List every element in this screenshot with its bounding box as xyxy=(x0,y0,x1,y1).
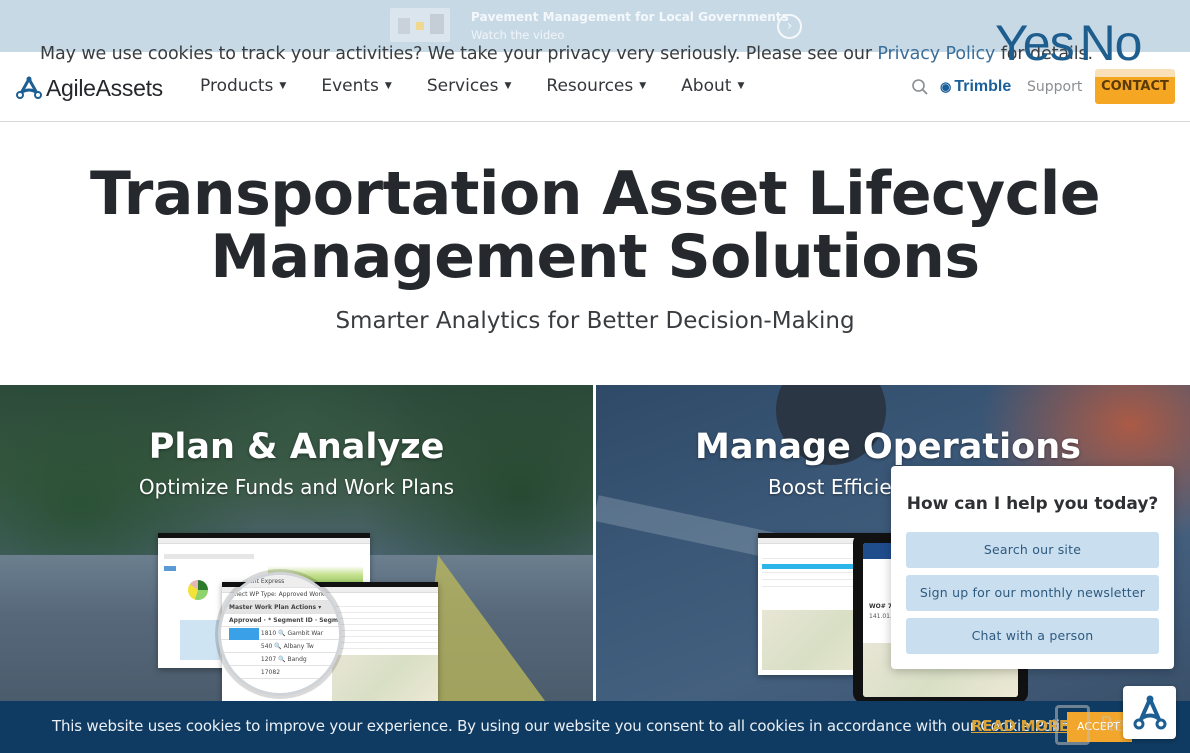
magnifier-zoom: Pavement Express Select WP Type: Approve… xyxy=(218,572,342,696)
hero-title-line1: Transportation Asset Lifecycle xyxy=(89,159,1101,229)
panel-subtitle: Boost Efficien xyxy=(768,475,905,499)
mock-cell: 1207 xyxy=(260,656,277,663)
panel-title: Plan & Analyze xyxy=(148,427,445,467)
search-site-button[interactable]: Search our site xyxy=(906,532,1159,568)
caret-down-icon: ▼ xyxy=(279,81,287,91)
trimble-logo[interactable]: ◉ Trimble xyxy=(940,78,1011,96)
caret-down-icon: ▼ xyxy=(384,81,392,91)
nav-item-resources[interactable]: Resources ▼ xyxy=(546,76,646,96)
mock-cell: 540 xyxy=(260,643,273,650)
cookie-bar-text: This website uses cookies to improve you… xyxy=(52,717,1079,735)
cookie-bar: This website uses cookies to improve you… xyxy=(0,701,1190,753)
mock-cell: 1810 xyxy=(260,630,277,637)
hero-subtitle: Smarter Analytics for Better Decision-Ma… xyxy=(335,308,855,334)
mock-cell: Gambit War xyxy=(287,630,324,637)
newsletter-signup-button[interactable]: Sign up for our monthly newsletter xyxy=(906,575,1159,611)
consent-no-button[interactable]: No xyxy=(1080,15,1143,71)
mock-actions: Actions ▾ xyxy=(291,604,322,611)
promo-title[interactable]: Pavement Management for Local Government… xyxy=(471,10,789,24)
pie-chart-thumbnail xyxy=(188,580,208,600)
nav-item-products[interactable]: Products ▼ xyxy=(200,76,286,96)
consent-yes-button[interactable]: Yes xyxy=(995,15,1075,71)
consent-text: May we use cookies to track your activit… xyxy=(40,44,878,64)
mock-cell: 17082 xyxy=(260,669,281,676)
help-widget-title: How can I help you today? xyxy=(906,494,1159,514)
nav-item-label: Services xyxy=(426,76,499,96)
contact-button[interactable]: CONTACT xyxy=(1095,69,1175,104)
caret-down-icon: ▼ xyxy=(737,81,745,91)
video-thumbnail[interactable] xyxy=(390,8,450,42)
trimble-globe-icon: ◉ xyxy=(940,79,952,94)
nav-item-events[interactable]: Events ▼ xyxy=(321,76,391,96)
hero-title-line2: Management Solutions xyxy=(210,222,980,292)
logo[interactable]: AgileAssets xyxy=(15,74,163,102)
read-more-link[interactable]: READ MORE xyxy=(971,717,1069,735)
mock-col: Approved xyxy=(229,617,262,624)
chat-with-person-button[interactable]: Chat with a person xyxy=(906,618,1159,654)
hero-title: Transportation Asset Lifecycle Managemen… xyxy=(0,163,1190,289)
search-icon[interactable] xyxy=(911,78,929,96)
help-widget: How can I help you today? Search our sit… xyxy=(891,466,1174,669)
promo-subtitle[interactable]: Watch the video xyxy=(471,28,564,42)
mock-col: Segment Name xyxy=(319,617,342,624)
panel-plan-analyze[interactable]: Plan & Analyze Optimize Funds and Work P… xyxy=(0,385,593,705)
trimble-logo-text: Trimble xyxy=(954,78,1012,95)
nav-item-label: Events xyxy=(321,76,379,96)
nav-item-label: About xyxy=(681,76,732,96)
nav-item-services[interactable]: Services ▼ xyxy=(427,76,512,96)
mock-cell: Albany Tw xyxy=(283,643,314,650)
consent-options: Yes No xyxy=(995,14,1142,72)
nav-item-about[interactable]: About ▼ xyxy=(681,76,744,96)
nav-menu: Products ▼ Events ▼ Services ▼ Resources ▼ A… xyxy=(200,76,779,96)
agileassets-logo-icon xyxy=(1133,695,1166,729)
logo-text: AgileAssets xyxy=(46,74,163,101)
mock-section: Master Work Plan xyxy=(229,604,289,611)
panel-subtitle: Optimize Funds and Work Plans xyxy=(138,475,455,499)
caret-down-icon: ▼ xyxy=(504,81,512,91)
caret-down-icon: ▼ xyxy=(639,81,647,91)
chevron-right-circle-icon[interactable]: › xyxy=(777,14,802,39)
tracking-consent-prompt: May we use cookies to track your activit… xyxy=(40,44,1093,64)
mock-label: Select WP Type: xyxy=(229,591,277,598)
road-stripe xyxy=(420,555,548,705)
agileassets-logo-icon xyxy=(16,76,42,99)
mock-cell: Bandg xyxy=(287,656,307,663)
panel-title: Manage Operations xyxy=(695,427,1081,467)
chat-launcher-button[interactable] xyxy=(1123,686,1176,739)
mock-col: * Segment ID xyxy=(268,617,313,624)
support-link[interactable]: Support xyxy=(1027,79,1082,95)
nav-item-label: Products xyxy=(200,76,274,96)
map-thumbnail xyxy=(332,655,438,705)
nav-item-label: Resources xyxy=(546,76,634,96)
privacy-policy-link[interactable]: Privacy Policy xyxy=(877,44,995,64)
